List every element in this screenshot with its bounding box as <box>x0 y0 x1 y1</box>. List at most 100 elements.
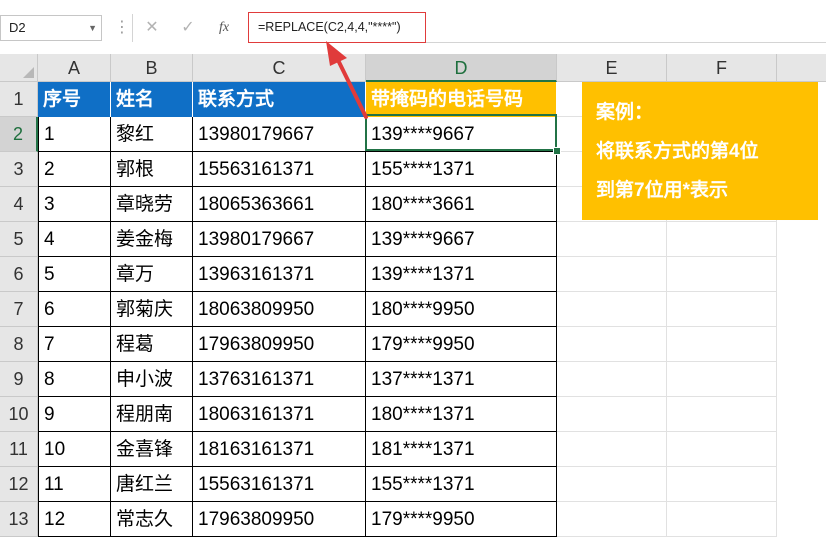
formula-bar-underline <box>426 42 826 43</box>
table-cell[interactable]: 137****1371 <box>366 362 557 397</box>
table-cell[interactable]: 139****1371 <box>366 257 557 292</box>
table-cell[interactable]: 179****9950 <box>366 327 557 362</box>
table-cell[interactable]: 程葛 <box>111 327 193 362</box>
table-cell[interactable]: 17963809950 <box>193 502 366 537</box>
table-cell[interactable]: 13980179667 <box>193 222 366 257</box>
empty-cell[interactable] <box>667 502 777 537</box>
table-cell[interactable]: 姜金梅 <box>111 222 193 257</box>
enter-icon[interactable]: ✓ <box>174 14 202 42</box>
table-cell[interactable]: 3 <box>38 187 111 222</box>
empty-cell[interactable] <box>667 467 777 502</box>
table-cell[interactable]: 179****9950 <box>366 502 557 537</box>
table-cell[interactable]: 13963161371 <box>193 257 366 292</box>
table-cell[interactable]: 181****1371 <box>366 432 557 467</box>
fill-handle[interactable] <box>553 147 561 155</box>
row-header-5[interactable]: 5 <box>0 222 38 257</box>
column-header-d[interactable]: D <box>366 54 557 82</box>
column-header-b[interactable]: B <box>111 54 193 82</box>
table-cell[interactable]: 4 <box>38 222 111 257</box>
table-cell[interactable]: 180****1371 <box>366 397 557 432</box>
table-cell[interactable]: 8 <box>38 362 111 397</box>
column-header-e[interactable]: E <box>557 54 667 82</box>
table-header-cell[interactable]: 带掩码的电话号码 <box>366 82 557 117</box>
table-cell[interactable]: 常志久 <box>111 502 193 537</box>
table-header-cell[interactable]: 联系方式 <box>193 82 366 117</box>
chevron-down-icon[interactable]: ▼ <box>88 16 97 40</box>
cancel-icon[interactable]: ✕ <box>138 14 166 42</box>
empty-cell[interactable] <box>557 257 667 292</box>
empty-cell[interactable] <box>557 432 667 467</box>
empty-cell[interactable] <box>667 432 777 467</box>
table-cell[interactable]: 180****3661 <box>366 187 557 222</box>
table-cell[interactable]: 程朋南 <box>111 397 193 432</box>
column-header-c[interactable]: C <box>193 54 366 82</box>
table-cell[interactable]: 金喜锋 <box>111 432 193 467</box>
table-cell[interactable]: 唐红兰 <box>111 467 193 502</box>
empty-cell[interactable] <box>557 502 667 537</box>
table-cell[interactable]: 155****1371 <box>366 152 557 187</box>
column-header-g[interactable] <box>777 54 826 82</box>
table-cell[interactable]: 2 <box>38 152 111 187</box>
empty-cell[interactable] <box>667 327 777 362</box>
table-cell[interactable]: 139****9667 <box>366 222 557 257</box>
row-header-2[interactable]: 2 <box>0 117 38 152</box>
empty-cell[interactable] <box>667 257 777 292</box>
table-cell[interactable]: 180****9950 <box>366 292 557 327</box>
table-cell[interactable]: 17963809950 <box>193 327 366 362</box>
table-cell[interactable]: 12 <box>38 502 111 537</box>
callout-line: 将联系方式的第4位 <box>596 141 759 162</box>
table-cell[interactable]: 18065363661 <box>193 187 366 222</box>
row-header-8[interactable]: 8 <box>0 327 38 362</box>
table-cell[interactable]: 6 <box>38 292 111 327</box>
row-header-9[interactable]: 9 <box>0 362 38 397</box>
row-header-11[interactable]: 11 <box>0 432 38 467</box>
table-cell[interactable]: 1 <box>38 117 111 152</box>
name-box[interactable]: D2 ▼ <box>0 15 102 41</box>
table-cell[interactable]: 申小波 <box>111 362 193 397</box>
table-cell[interactable]: 155****1371 <box>366 467 557 502</box>
row-header-3[interactable]: 3 <box>0 152 38 187</box>
row-header-7[interactable]: 7 <box>0 292 38 327</box>
table-cell[interactable]: 章万 <box>111 257 193 292</box>
row-header-6[interactable]: 6 <box>0 257 38 292</box>
table-cell[interactable]: 11 <box>38 467 111 502</box>
row-header-12[interactable]: 12 <box>0 467 38 502</box>
table-cell[interactable]: 5 <box>38 257 111 292</box>
row-header-1[interactable]: 1 <box>0 82 38 117</box>
empty-cell[interactable] <box>557 327 667 362</box>
row-header-10[interactable]: 10 <box>0 397 38 432</box>
column-header-f[interactable]: F <box>667 54 777 82</box>
more-options-icon[interactable]: ⋮ <box>114 14 130 42</box>
empty-cell[interactable] <box>667 362 777 397</box>
empty-cell[interactable] <box>557 467 667 502</box>
table-cell[interactable]: 9 <box>38 397 111 432</box>
table-header-cell[interactable]: 序号 <box>38 82 111 117</box>
table-cell[interactable]: 15563161371 <box>193 467 366 502</box>
table-cell[interactable]: 黎红 <box>111 117 193 152</box>
table-cell[interactable]: 7 <box>38 327 111 362</box>
empty-cell[interactable] <box>667 222 777 257</box>
row-header-13[interactable]: 13 <box>0 502 38 537</box>
row-header-4[interactable]: 4 <box>0 187 38 222</box>
insert-function-icon[interactable]: fx <box>210 14 238 42</box>
table-cell[interactable]: 18063161371 <box>193 397 366 432</box>
table-cell[interactable]: 18063809950 <box>193 292 366 327</box>
table-cell[interactable]: 13763161371 <box>193 362 366 397</box>
table-cell[interactable]: 郭根 <box>111 152 193 187</box>
table-cell[interactable]: 郭菊庆 <box>111 292 193 327</box>
column-header-a[interactable]: A <box>38 54 111 82</box>
empty-cell[interactable] <box>667 397 777 432</box>
empty-cell[interactable] <box>557 222 667 257</box>
formula-input[interactable]: =REPLACE(C2,4,4,"****") <box>248 12 426 43</box>
table-cell[interactable]: 10 <box>38 432 111 467</box>
empty-cell[interactable] <box>667 292 777 327</box>
empty-cell[interactable] <box>557 362 667 397</box>
table-cell[interactable]: 15563161371 <box>193 152 366 187</box>
table-header-cell[interactable]: 姓名 <box>111 82 193 117</box>
empty-cell[interactable] <box>557 292 667 327</box>
empty-cell[interactable] <box>557 397 667 432</box>
table-cell[interactable]: 13980179667 <box>193 117 366 152</box>
table-cell[interactable]: 18163161371 <box>193 432 366 467</box>
select-all-button[interactable] <box>0 54 38 82</box>
table-cell[interactable]: 章晓劳 <box>111 187 193 222</box>
